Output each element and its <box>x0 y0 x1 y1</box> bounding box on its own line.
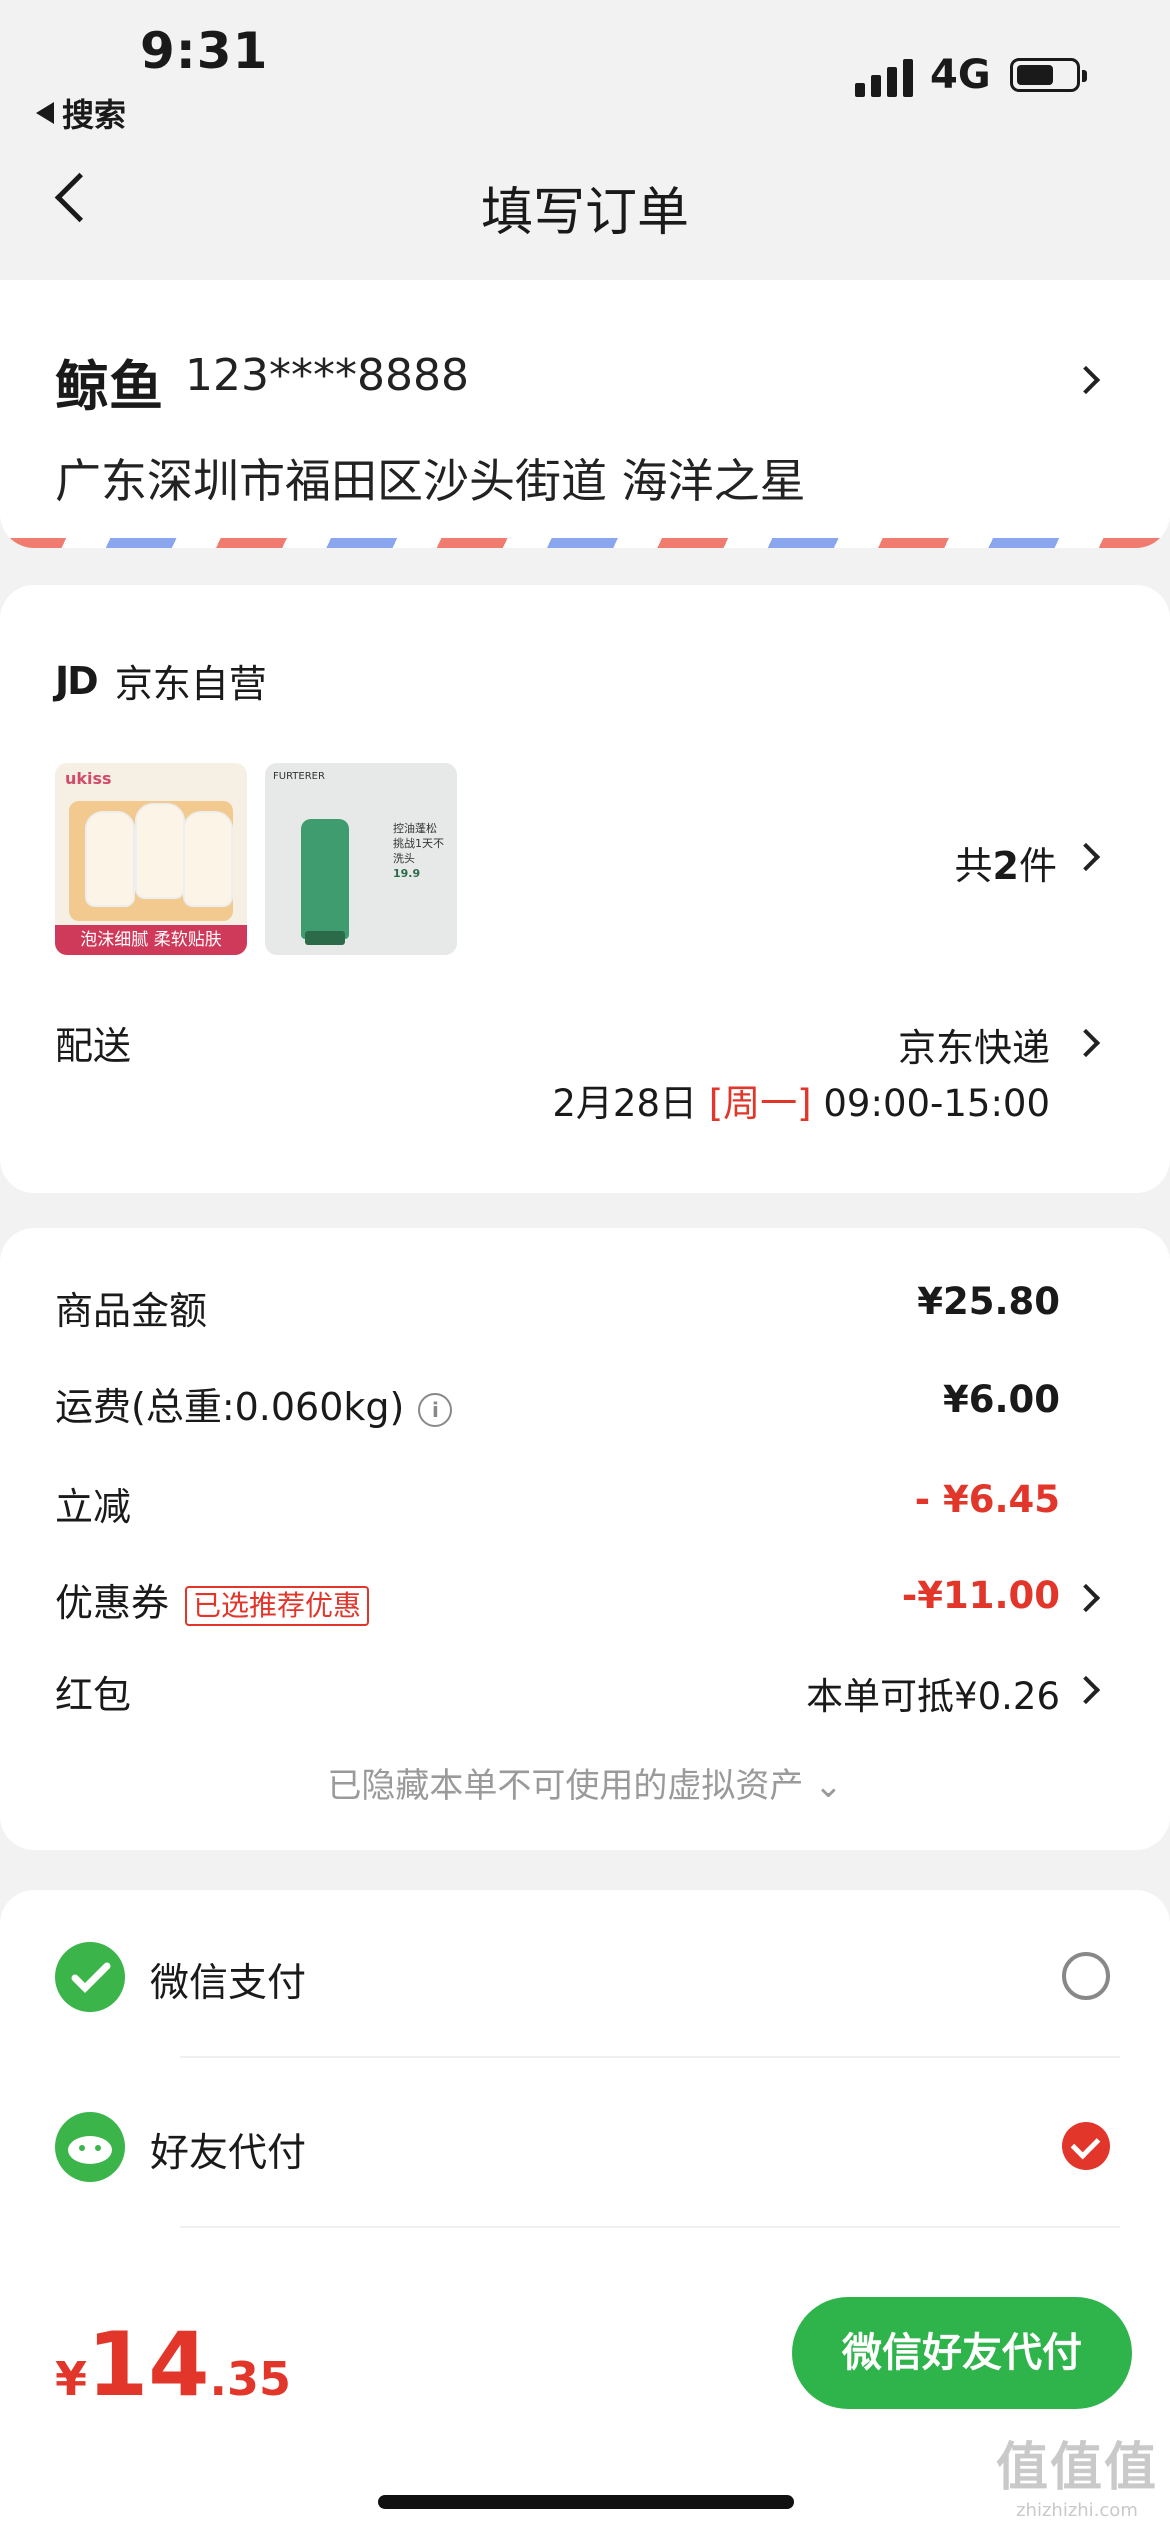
chevron-right-icon[interactable] <box>1071 842 1101 872</box>
hidden-assets-toggle[interactable]: 已隐藏本单不可使用的虚拟资产 ⌄ <box>0 1758 1170 1807</box>
info-icon[interactable]: i <box>418 1392 453 1427</box>
payment-option-label[interactable]: 好友代付 <box>150 2122 306 2178</box>
network-type: 4G <box>930 52 991 98</box>
page-title: 填写订单 <box>480 183 689 243</box>
chevron-right-icon[interactable] <box>1071 1675 1101 1705</box>
shipping-label: 运费(总重:0.060kg) i <box>55 1376 453 1431</box>
checkout-bar: ¥14.35 微信好友代付 值值值 zhizhizhi.com <box>0 2285 1170 2532</box>
product-brand: FURTERER <box>273 771 325 782</box>
divider <box>180 2056 1120 2058</box>
product-thumbnail[interactable]: ukiss 泡沫细腻 柔软贴肤 <box>55 763 247 955</box>
address-detail: 广东深圳市福田区沙头街道 海洋之星 <box>55 454 806 508</box>
battery-icon <box>1010 58 1087 92</box>
redpacket-label: 红包 <box>55 1673 132 1717</box>
chevron-right-icon <box>1071 365 1101 395</box>
back-triangle-icon <box>36 102 54 124</box>
signal-icon <box>855 55 913 97</box>
shop-card: JD 京东自营 ukiss 泡沫细腻 柔软贴肤 FURTERER 控油蓬松 挑战… <box>0 585 1170 1193</box>
address-card[interactable]: 鲸鱼 123****8888 广东深圳市福田区沙头街道 海洋之星 <box>0 280 1170 548</box>
delivery-time: 2月28日 [周一] 09:00-15:00 <box>552 1082 1050 1125</box>
redpacket-value[interactable]: 本单可抵¥0.26 <box>806 1666 1060 1720</box>
delivery-weekday: [周一] <box>708 1082 812 1125</box>
airmail-stripe <box>0 538 1170 548</box>
wechat-pay-icon <box>55 1942 125 2012</box>
item-count[interactable]: 共2件 <box>955 835 1057 890</box>
total-price: ¥14.35 <box>55 2313 291 2416</box>
recipient-phone: 123****8888 <box>185 350 469 401</box>
coupon-label[interactable]: 优惠券 已选推荐优惠 <box>55 1572 370 1627</box>
home-indicator[interactable] <box>378 2495 794 2509</box>
coupon-tag: 已选推荐优惠 <box>185 1585 370 1626</box>
divider <box>180 2226 1120 2228</box>
watermark: 值值值 zhizhizhi.com <box>995 2438 1158 2521</box>
product-brand: ukiss <box>65 769 112 788</box>
friend-pay-radio-checked[interactable] <box>1062 2122 1110 2170</box>
payment-option-label[interactable]: 微信支付 <box>150 1952 306 2008</box>
shop-header: JD 京东自营 <box>55 653 267 708</box>
friend-pay-icon <box>55 2112 125 2182</box>
payment-card: 微信支付 好友代付 <box>0 1890 1170 2320</box>
product-thumbnail[interactable]: FURTERER 控油蓬松 挑战1天不洗头 19.9 <box>265 763 457 955</box>
discount-value: - ¥6.45 <box>914 1478 1060 1521</box>
coupon-value[interactable]: -¥11.00 <box>902 1574 1060 1617</box>
wechat-pay-radio[interactable] <box>1062 1952 1110 2000</box>
price-card: 商品金额 ¥25.80 运费(总重:0.060kg) i ¥6.00 立减 - ¥… <box>0 1228 1170 1850</box>
back-to-app-link[interactable]: 搜索 <box>36 90 126 136</box>
product-promo-text: 控油蓬松 挑战1天不洗头 19.9 <box>393 822 444 880</box>
submit-order-button[interactable]: 微信好友代付 <box>792 2297 1132 2409</box>
chevron-right-icon[interactable] <box>1071 1583 1101 1613</box>
back-app-label: 搜索 <box>62 96 127 134</box>
shop-name: 京东自营 <box>114 662 267 706</box>
recipient-name: 鲸鱼 <box>55 355 163 418</box>
goods-amount-label: 商品金额 <box>55 1289 208 1333</box>
status-time: 9:31 <box>140 22 269 80</box>
discount-label: 立减 <box>55 1485 132 1529</box>
shipping-value: ¥6.00 <box>942 1378 1060 1421</box>
delivery-label: 配送 <box>55 1024 132 1068</box>
chevron-right-icon[interactable] <box>1071 1028 1101 1058</box>
jd-logo: JD <box>55 658 99 703</box>
goods-amount-value: ¥25.80 <box>917 1280 1060 1323</box>
delivery-carrier[interactable]: 京东快递 <box>898 1017 1050 1072</box>
product-banner: 泡沫细腻 柔软贴肤 <box>55 925 247 955</box>
